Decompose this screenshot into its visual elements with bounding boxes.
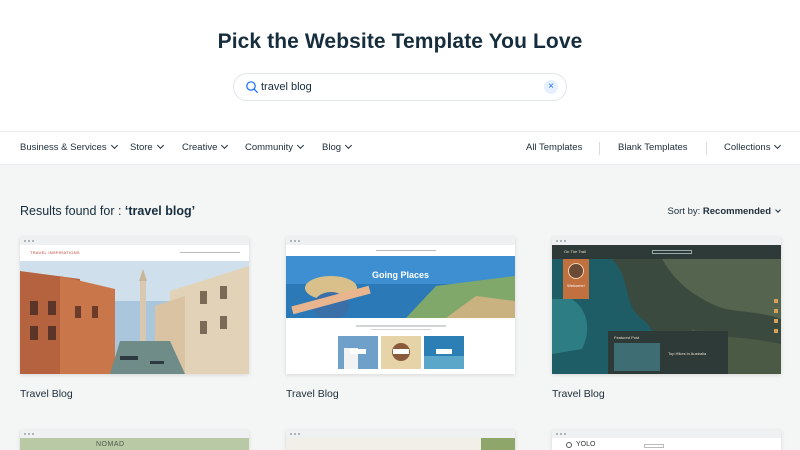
site-logo: YOLO	[576, 441, 596, 448]
chevron-down-icon	[221, 141, 229, 150]
sort-value: Recommended	[702, 206, 771, 217]
gallery-thumbnails	[338, 336, 464, 369]
logo-icon	[566, 442, 572, 448]
browser-bar	[286, 430, 515, 438]
template-title[interactable]: Travel Blog	[286, 388, 339, 400]
nav-label: Blog	[322, 142, 342, 153]
page-title: Pick the Website Template You Love	[217, 30, 583, 53]
browser-bar	[286, 237, 515, 245]
nav-store[interactable]: Store	[130, 141, 164, 153]
chevron-down-icon	[774, 141, 782, 150]
category-nav: Business & Services Store Creative Commu…	[0, 131, 800, 165]
site-logo: TRAVEL INSPIRATIONS	[30, 250, 80, 255]
sort-dropdown[interactable]: Sort by: Recommended	[667, 206, 781, 217]
chevron-down-icon	[344, 141, 353, 150]
hero-image	[286, 256, 515, 318]
site-logo: NOMAD	[96, 441, 125, 448]
nav-blank-templates[interactable]: Blank Templates	[618, 142, 688, 153]
template-thumbnail[interactable]: TRAVEL INSPIRATIONS	[20, 237, 249, 374]
avatar	[568, 263, 584, 279]
site-logo: On The Trail	[564, 249, 586, 254]
nav-blog[interactable]: Blog	[322, 141, 353, 153]
site-header: On The Trail	[552, 245, 781, 259]
chevron-down-icon	[297, 141, 305, 150]
clear-search-button[interactable]: ×	[544, 80, 558, 94]
nav-divider	[599, 142, 600, 155]
template-card[interactable]: TRAVEL INSPIRATIONS Travel Blog	[20, 237, 249, 400]
sort-label: Sort by:	[667, 206, 703, 217]
template-thumbnail[interactable]: YOLO	[552, 430, 781, 450]
results-query: ‘travel blog’	[124, 204, 196, 218]
venice-canal-image	[20, 261, 249, 374]
hero-section: Pick the Website Template You Love ×	[0, 0, 800, 131]
template-card[interactable]: On The Trail Welcome! Featured Post Top …	[552, 237, 781, 400]
post-title: Top Hikes in Australia	[668, 351, 707, 356]
template-thumbnail[interactable]	[286, 430, 515, 450]
browser-bar	[20, 237, 249, 245]
nav-all-templates[interactable]: All Templates	[526, 142, 582, 153]
template-card[interactable]: Going Places Travel Blog	[286, 237, 515, 400]
template-headline: Going Places	[371, 270, 430, 280]
nav-creative[interactable]: Creative	[182, 141, 229, 153]
results-prefix: Results found for :	[20, 204, 125, 218]
nav-business-services[interactable]: Business & Services	[20, 141, 118, 153]
chevron-down-icon	[110, 141, 118, 150]
welcome-text: Welcome!	[567, 283, 585, 288]
browser-bar	[552, 430, 781, 438]
chevron-down-icon	[775, 207, 781, 213]
site-header	[286, 245, 515, 256]
featured-label: Featured Post	[614, 335, 640, 340]
nav-community[interactable]: Community	[245, 141, 305, 153]
template-title[interactable]: Travel Blog	[20, 388, 73, 400]
search-icon	[246, 81, 258, 93]
template-thumbnail[interactable]: Going Places	[286, 237, 515, 374]
nav-label: Business & Services	[20, 142, 107, 153]
welcome-badge: Welcome!	[563, 259, 589, 299]
nav-divider	[706, 142, 707, 155]
search-input[interactable]	[261, 78, 531, 96]
template-thumbnail[interactable]: NOMAD	[20, 430, 249, 450]
browser-bar	[552, 237, 781, 245]
nav-label: Collections	[724, 142, 771, 153]
nav-label: Store	[130, 142, 153, 153]
nav-collections[interactable]: Collections	[724, 141, 782, 153]
nav-label: Creative	[182, 142, 218, 153]
results-heading: Results found for : ‘travel blog’	[20, 204, 195, 218]
template-title[interactable]: Travel Blog	[552, 388, 605, 400]
chevron-down-icon	[156, 141, 164, 150]
template-thumbnail[interactable]: On The Trail Welcome! Featured Post Top …	[552, 237, 781, 374]
search-bar[interactable]: ×	[233, 73, 567, 101]
featured-post-card: Featured Post Top Hikes in Australia	[608, 331, 728, 374]
site-header: TRAVEL INSPIRATIONS	[20, 245, 249, 261]
nav-label: Community	[245, 142, 294, 153]
browser-bar	[20, 430, 249, 438]
